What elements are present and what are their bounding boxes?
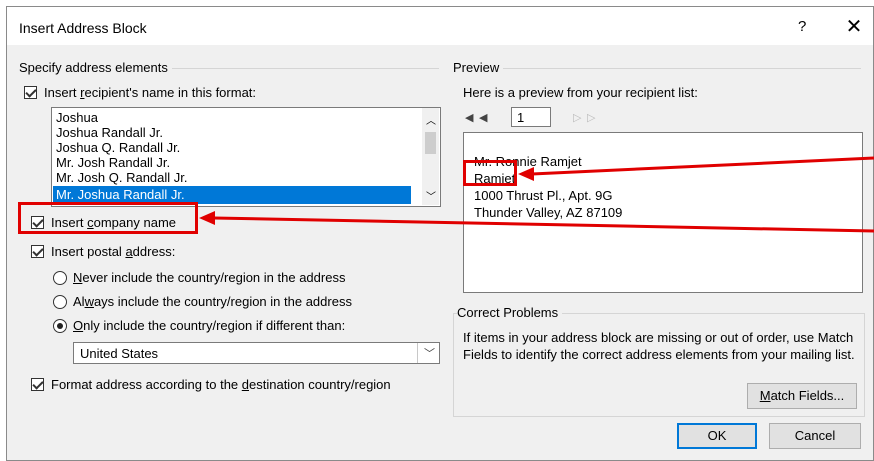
annotation-arrowhead-checkbox [199,211,215,225]
annotation-arrowhead-preview [518,167,534,181]
annotation-arrows [199,156,874,233]
annotation-arrow-line-checkbox [213,216,874,233]
annotation-arrow-line-preview [531,156,874,176]
